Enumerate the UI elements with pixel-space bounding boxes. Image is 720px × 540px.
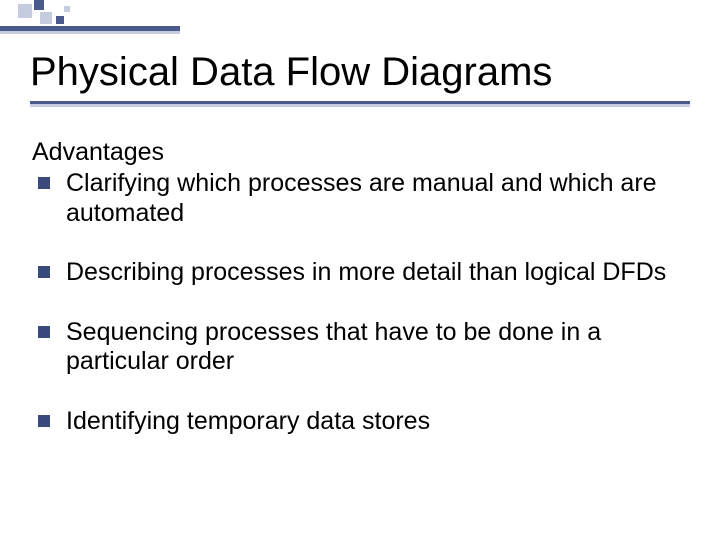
list-item: Clarifying which processes are manual an…	[32, 169, 690, 228]
square-icon	[64, 6, 70, 12]
list-item: Sequencing processes that have to be don…	[32, 318, 690, 377]
slide-title: Physical Data Flow Diagrams	[30, 50, 690, 104]
square-icon	[34, 0, 44, 10]
title-wrap: Physical Data Flow Diagrams	[30, 50, 690, 104]
square-icon	[18, 4, 32, 18]
bullet-list: Clarifying which processes are manual an…	[32, 169, 690, 436]
accent-bar-light	[0, 31, 180, 34]
list-item: Describing processes in more detail than…	[32, 258, 690, 288]
square-icon	[40, 12, 52, 24]
slide-body: Physical Data Flow Diagrams Advantages C…	[0, 0, 720, 436]
list-item: Identifying temporary data stores	[32, 407, 690, 437]
subheading: Advantages	[32, 138, 690, 167]
square-icon	[56, 16, 64, 24]
corner-decoration	[0, 0, 180, 34]
